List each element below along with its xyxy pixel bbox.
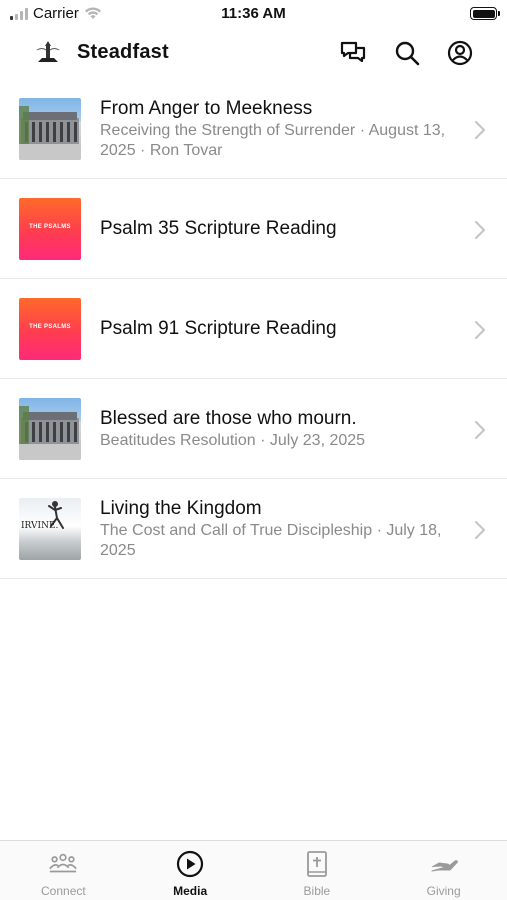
app-title: Steadfast [77, 41, 169, 63]
media-item-text: From Anger to Meekness Receiving the Str… [100, 79, 457, 178]
tab-media[interactable]: Media [127, 841, 254, 900]
church-logo-icon [36, 41, 60, 62]
status-bar: Carrier 11:36 AM [0, 0, 507, 28]
media-thumbnail [19, 98, 81, 160]
play-circle-icon [175, 850, 205, 878]
account-icon [447, 40, 473, 66]
media-item-subtitle: The Cost and Call of True Discipleship ·… [100, 521, 442, 559]
chevron-right-icon [475, 221, 485, 239]
chevron-right-icon [475, 121, 485, 139]
tab-label: Connect [41, 884, 86, 898]
media-thumbnail: THE PSALMS [19, 298, 81, 360]
messages-button[interactable] [338, 38, 368, 68]
media-item[interactable]: From Anger to Meekness Receiving the Str… [0, 79, 507, 179]
app-header: Steadfast [0, 30, 507, 76]
tab-label: Bible [303, 884, 331, 898]
tab-connect[interactable]: Connect [0, 841, 127, 900]
media-thumbnail: IRVINE. [19, 498, 81, 560]
search-icon [395, 41, 420, 66]
chevron-right-icon [475, 321, 485, 339]
thumbnail-label: THE PSALMS [29, 324, 71, 330]
media-item-title: Living the Kingdom [100, 497, 262, 519]
media-item[interactable]: THE PSALMS Psalm 35 Scripture Reading [0, 179, 507, 279]
tab-giving[interactable]: Giving [380, 841, 507, 900]
media-item-subtitle: Beatitudes Resolution · July 23, 2025 [100, 431, 366, 449]
giving-hand-icon [429, 850, 459, 878]
tab-bible[interactable]: Bible [254, 841, 381, 900]
chevron-right-icon [475, 421, 485, 439]
media-item-text: Living the Kingdom The Cost and Call of … [100, 479, 457, 578]
media-item-title: Psalm 35 Scripture Reading [100, 218, 337, 239]
tab-bar: Connect Media Bible Giving [0, 840, 507, 900]
building-thumbnail-icon [19, 406, 81, 460]
battery-icon [470, 7, 500, 20]
media-thumbnail [19, 398, 81, 460]
status-time: 11:36 AM [221, 5, 286, 22]
tab-label: Media [173, 884, 208, 898]
media-item[interactable]: THE PSALMS Psalm 91 Scripture Reading [0, 279, 507, 379]
media-item[interactable]: IRVINE. Living the Kingdom The Cost and … [0, 479, 507, 579]
tab-label: Giving [426, 884, 461, 898]
thumbnail-label: IRVINE. [21, 521, 59, 531]
media-item-subtitle: Receiving the Strength of Surrender · Au… [100, 121, 446, 159]
media-thumbnail: THE PSALMS [19, 198, 81, 260]
media-item-text: Blessed are those who mourn. Beatitudes … [100, 379, 457, 478]
thumbnail-label: THE PSALMS [29, 224, 71, 230]
media-list: From Anger to Meekness Receiving the Str… [0, 79, 507, 579]
people-icon [48, 850, 78, 878]
media-item-title: Blessed are those who mourn. [100, 407, 357, 429]
chevron-right-icon [475, 521, 485, 539]
building-thumbnail-icon [19, 106, 81, 160]
media-item-title: From Anger to Meekness [100, 97, 313, 119]
chat-bubbles-icon [340, 41, 366, 63]
media-item-title: Psalm 91 Scripture Reading [100, 318, 337, 339]
search-button[interactable] [392, 38, 422, 68]
media-item-text: Psalm 35 Scripture Reading [100, 179, 457, 278]
media-item[interactable]: Blessed are those who mourn. Beatitudes … [0, 379, 507, 479]
account-button[interactable] [445, 38, 475, 68]
media-item-text: Psalm 91 Scripture Reading [100, 279, 457, 378]
bible-icon [302, 850, 332, 878]
